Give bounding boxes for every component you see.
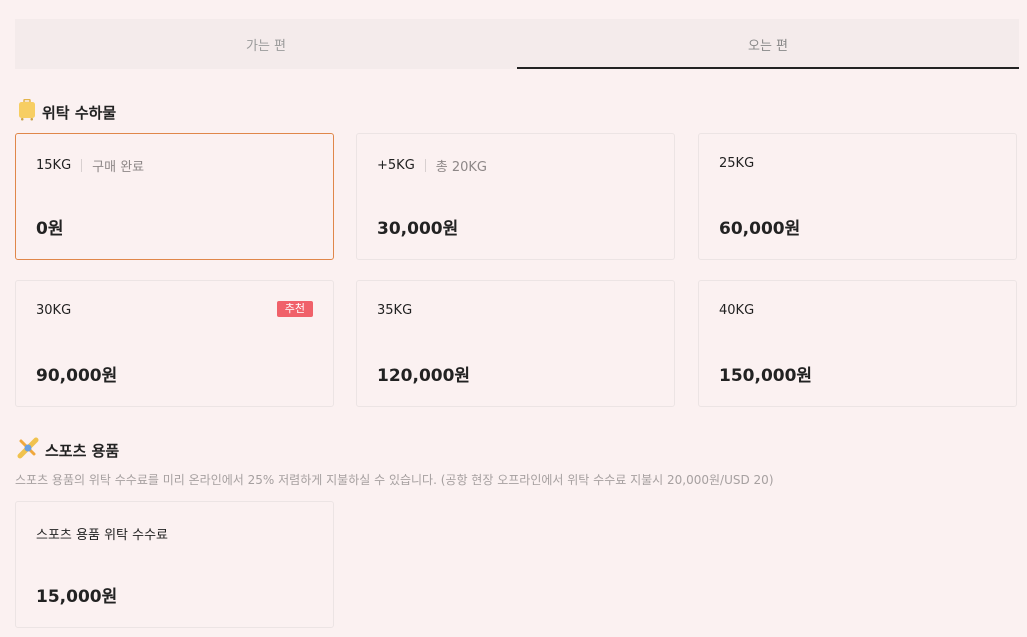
trip-tabs: 가는 편 오는 편 xyxy=(15,19,1019,69)
option-price: 60,000원 xyxy=(719,219,801,239)
tab-return[interactable]: 오는 편 xyxy=(517,19,1019,69)
section-title: 위탁 수하물 xyxy=(42,103,117,122)
baggage-option-30kg[interactable]: 30KG 추천 90,000원 xyxy=(15,280,334,407)
recommended-badge: 추천 xyxy=(276,301,313,317)
divider xyxy=(424,159,426,172)
option-price: 150,000원 xyxy=(719,366,813,386)
option-price: 120,000원 xyxy=(377,366,471,386)
option-note: 구매 완료 xyxy=(92,160,145,175)
option-price: 15,000원 xyxy=(36,587,118,607)
sports-equipment-icon xyxy=(17,437,39,463)
sports-equipment-option[interactable]: 스포츠 용품 위탁 수수료 15,000원 xyxy=(15,501,334,628)
option-weight: 30KG xyxy=(36,303,72,318)
divider xyxy=(81,159,83,172)
checked-baggage-heading: 위탁 수하물 xyxy=(18,98,117,125)
baggage-option-15kg[interactable]: 15KG 구매 완료 0원 xyxy=(15,133,334,260)
option-label: 스포츠 용품 위탁 수수료 xyxy=(36,528,168,543)
option-weight: 15KG xyxy=(36,158,72,173)
baggage-option-40kg[interactable]: 40KG 150,000원 xyxy=(698,280,1017,407)
option-note: 총 20KG xyxy=(435,160,487,175)
sports-equipment-description: 스포츠 용품의 위탁 수수료를 미리 온라인에서 25% 저렴하게 지불하실 수… xyxy=(15,473,774,487)
option-price: 0원 xyxy=(36,219,64,239)
option-weight: +5KG xyxy=(377,158,415,173)
option-weight: 35KG xyxy=(377,303,413,318)
option-weight: 40KG xyxy=(719,303,755,318)
baggage-option-25kg[interactable]: 25KG 60,000원 xyxy=(698,133,1017,260)
baggage-option-35kg[interactable]: 35KG 120,000원 xyxy=(356,280,675,407)
option-price: 90,000원 xyxy=(36,366,118,386)
suitcase-icon xyxy=(18,98,36,125)
section-title: 스포츠 용품 xyxy=(45,441,120,460)
tab-outbound[interactable]: 가는 편 xyxy=(15,19,517,69)
option-weight: 25KG xyxy=(719,156,755,171)
baggage-option-plus5kg[interactable]: +5KG 총 20KG 30,000원 xyxy=(356,133,675,260)
sports-equipment-heading: 스포츠 용품 xyxy=(17,437,119,463)
option-price: 30,000원 xyxy=(377,219,459,239)
